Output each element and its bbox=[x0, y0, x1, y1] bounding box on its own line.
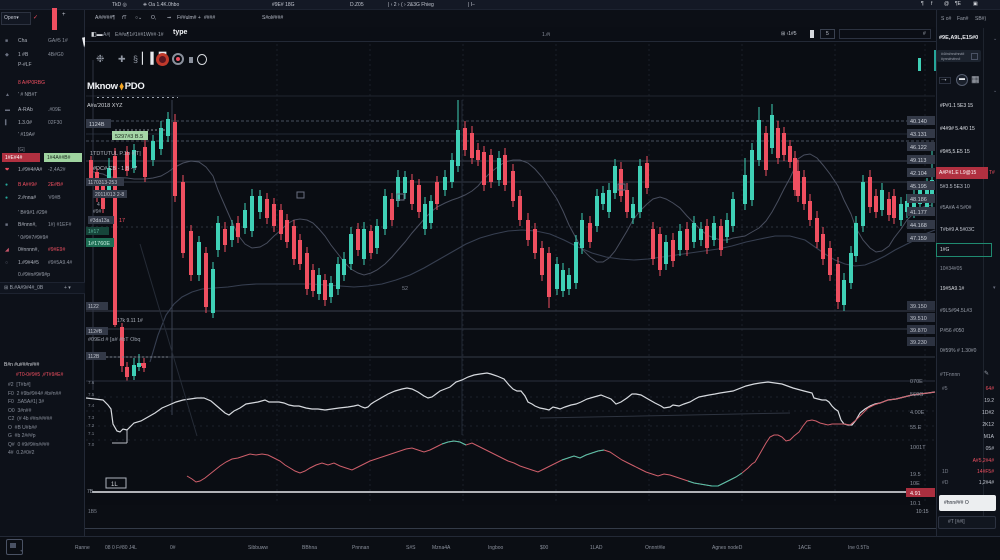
svg-text:45.195: 45.195 bbox=[910, 184, 927, 190]
svg-text:1#17: 1#17 bbox=[88, 229, 99, 235]
svg-text:112#B: 112#B bbox=[88, 329, 103, 335]
svg-text:42.104: 42.104 bbox=[910, 171, 927, 177]
svg-text:4 .: 4 . bbox=[97, 202, 103, 208]
svg-text:1L: 1L bbox=[111, 482, 118, 488]
svg-text:7.0: 7.0 bbox=[88, 442, 95, 447]
svg-text:40.140: 40.140 bbox=[910, 119, 927, 125]
svg-text:19.5: 19.5 bbox=[910, 472, 921, 478]
svg-text:7.6: 7.6 bbox=[88, 380, 95, 385]
svg-text:1124B: 1124B bbox=[89, 122, 105, 128]
svg-text:39.150: 39.150 bbox=[910, 304, 927, 310]
svg-text:47.159: 47.159 bbox=[910, 236, 927, 242]
svg-text:#DC# CB - 1 B - 7: #DC# CB - 1 B - 7 bbox=[93, 166, 137, 172]
svg-text:43.131: 43.131 bbox=[910, 132, 927, 138]
svg-text:1170313-253: 1170313-253 bbox=[88, 180, 117, 186]
svg-text:39.870: 39.870 bbox=[910, 328, 927, 334]
svg-text:7.5: 7.5 bbox=[88, 392, 95, 397]
svg-text:5297#3 B.5: 5297#3 B.5 bbox=[115, 134, 143, 140]
svg-text:7.1: 7.1 bbox=[88, 431, 95, 436]
svg-text:560G: 560G bbox=[910, 392, 923, 398]
svg-text:#09Ed # [a# #bT Obq: #09Ed # [a# #bT Obq bbox=[88, 337, 141, 343]
svg-text:39.510: 39.510 bbox=[910, 316, 927, 322]
svg-text:4.00E: 4.00E bbox=[910, 410, 925, 416]
svg-text:7.2: 7.2 bbox=[88, 423, 95, 428]
svg-text:1001T: 1001T bbox=[910, 445, 926, 451]
svg-text:46.122: 46.122 bbox=[910, 145, 927, 151]
svg-text:1TDTUTUL P.1b #|T|: 1TDTUTUL P.1b #|T| bbox=[90, 151, 141, 157]
svg-text:1122: 1122 bbox=[88, 304, 99, 310]
svg-text:17k 9.11 1#: 17k 9.11 1# bbox=[117, 318, 143, 324]
svg-text:10E: 10E bbox=[910, 481, 920, 487]
svg-text:17: 17 bbox=[119, 218, 125, 224]
svg-text:1#1760E: 1#1760E bbox=[88, 241, 110, 247]
svg-text:4.91: 4.91 bbox=[910, 491, 921, 497]
svg-text:52: 52 bbox=[402, 286, 408, 292]
svg-text:39.230: 39.230 bbox=[910, 340, 927, 346]
svg-text:49.113: 49.113 bbox=[910, 158, 926, 164]
svg-text:070E: 070E bbox=[910, 379, 923, 385]
svg-text:7.3: 7.3 bbox=[88, 415, 95, 420]
svg-text:2011/013 2-8: 2011/013 2-8 bbox=[95, 192, 124, 198]
svg-text:7B: 7B bbox=[87, 489, 94, 495]
svg-text:#9#: #9# bbox=[93, 209, 102, 215]
svg-text:48.186: 48.186 bbox=[910, 197, 927, 203]
svg-text:112B: 112B bbox=[88, 354, 100, 360]
svg-text:41.177: 41.177 bbox=[910, 210, 927, 216]
svg-text:7.4: 7.4 bbox=[88, 403, 95, 408]
svg-text:44.168: 44.168 bbox=[910, 223, 927, 229]
svg-text:55.E: 55.E bbox=[910, 425, 922, 431]
svg-text:#3da13a: #3da13a bbox=[90, 218, 110, 224]
